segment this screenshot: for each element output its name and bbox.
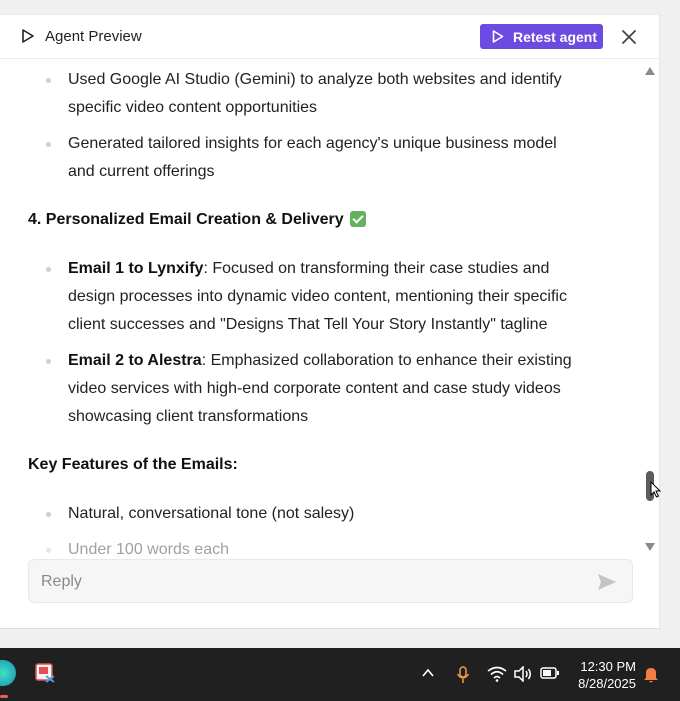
taskbar: 12:30 PM 8/28/2025 <box>0 648 680 701</box>
panel-title: Agent Preview <box>45 28 142 45</box>
list-item-line: Email 2 to Alestra: Emphasized collabora… <box>68 351 572 371</box>
notification-bell-icon[interactable] <box>643 666 659 684</box>
retest-agent-button[interactable]: Retest agent <box>480 24 603 49</box>
chevron-up-icon[interactable] <box>421 666 435 680</box>
mouse-cursor-icon <box>650 481 662 498</box>
section-heading-text: 4. Personalized Email Creation & Deliver… <box>28 211 344 228</box>
close-button[interactable] <box>618 26 640 48</box>
list-item-line: Used Google AI Studio (Gemini) to analyz… <box>68 71 562 88</box>
bullet-dot <box>46 142 51 147</box>
send-icon[interactable] <box>596 572 618 592</box>
system-clock[interactable]: 12:30 PM 8/28/2025 <box>570 658 636 692</box>
reply-box <box>28 559 633 603</box>
list-item-line: Generated tailored insights for each age… <box>68 135 557 152</box>
list-item-line: video services with high-end corporate c… <box>68 380 561 397</box>
email-title: Email 2 to Alestra <box>68 352 202 369</box>
list-item-line: client successes and "Designs That Tell … <box>68 316 548 333</box>
play-icon <box>492 30 504 43</box>
clock-time: 12:30 PM <box>580 659 636 674</box>
scroll-down-arrow-icon[interactable] <box>645 543 655 551</box>
section-heading: Key Features of the Emails: <box>28 456 238 473</box>
section-heading: 4. Personalized Email Creation & Deliver… <box>28 210 366 230</box>
microphone-icon[interactable] <box>456 666 470 684</box>
volume-icon[interactable] <box>513 666 533 682</box>
email-desc: : Emphasized collaboration to enhance th… <box>201 352 572 369</box>
battery-icon[interactable] <box>540 666 560 680</box>
bullet-dot <box>46 78 51 83</box>
list-item-line: and current offerings <box>68 163 215 180</box>
email-title: Email 1 to Lynxify <box>68 260 204 277</box>
play-icon <box>22 29 34 43</box>
bullet-dot <box>46 512 51 517</box>
email-desc: : Focused on transforming their case stu… <box>203 260 550 277</box>
list-item-line: Natural, conversational tone (not salesy… <box>68 505 355 522</box>
list-item-line: design processes into dynamic video cont… <box>68 288 567 305</box>
list-item-line: showcasing client transformations <box>68 408 309 425</box>
wifi-icon[interactable] <box>487 666 507 682</box>
bullet-dot <box>46 359 51 364</box>
bullet-dot <box>46 548 51 553</box>
retest-agent-label: Retest agent <box>513 28 598 45</box>
scroll-up-arrow-icon[interactable] <box>645 67 655 75</box>
app-icon[interactable] <box>0 660 16 686</box>
message-content: Used Google AI Studio (Gemini) to analyz… <box>0 60 640 555</box>
panel-header: Agent Preview Retest agent <box>0 15 660 59</box>
agent-preview-panel: Agent Preview Retest agent Used Google A… <box>0 14 662 629</box>
list-item-line: Under 100 words each <box>68 541 229 555</box>
close-icon <box>622 30 636 44</box>
list-item-line: Email 1 to Lynxify: Focused on transform… <box>68 259 549 279</box>
app-running-indicator <box>0 695 8 698</box>
bullet-dot <box>46 267 51 272</box>
snipping-tool-icon[interactable] <box>34 662 56 684</box>
reply-input[interactable] <box>41 570 581 594</box>
check-mark-icon <box>349 211 366 227</box>
list-item-line: specific video content opportunities <box>68 99 318 116</box>
clock-date: 8/28/2025 <box>578 676 636 691</box>
